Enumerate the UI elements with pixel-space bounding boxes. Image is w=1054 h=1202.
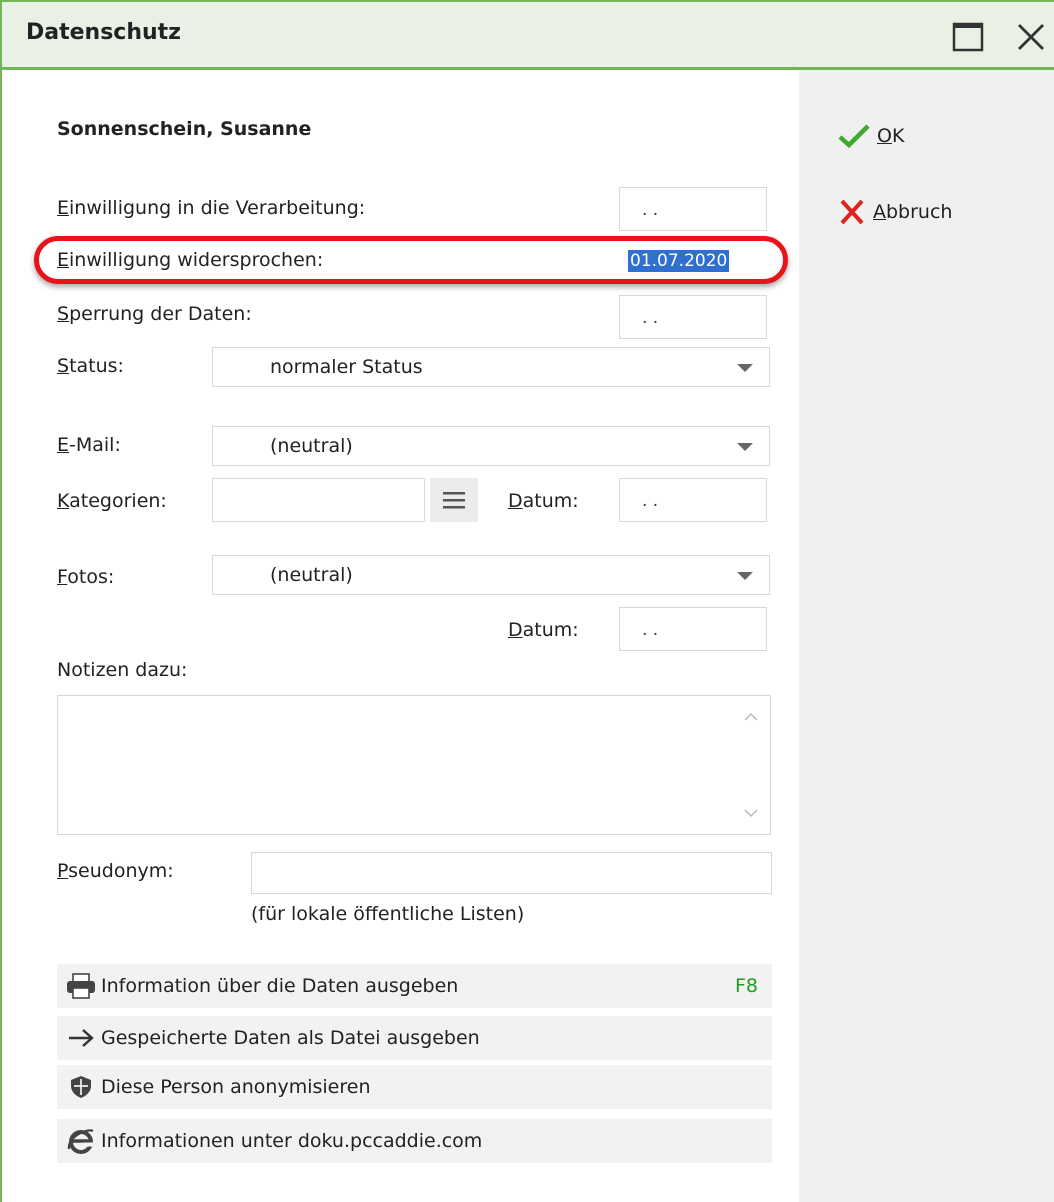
action-export-info[interactable]: Information über die Daten ausgeben F8 bbox=[57, 964, 772, 1008]
person-name: Sonnenschein, Susanne bbox=[57, 118, 312, 140]
pseudonym-hint: (für lokale öffentliche Listen) bbox=[251, 903, 525, 925]
dialog-window: Datenschutz OK Abbruch Sonnenschein, Sus… bbox=[0, 0, 1054, 1202]
abort-mnemonic: A bbox=[873, 201, 886, 223]
email-dropdown[interactable]: (neutral) bbox=[212, 426, 770, 466]
processing-consent-label: Einwilligung in die Verarbeitung: bbox=[57, 197, 366, 219]
objection-date-label: Einwilligung widersprochen: bbox=[57, 249, 324, 271]
menu-icon bbox=[443, 492, 465, 509]
notes-textarea[interactable] bbox=[57, 695, 771, 835]
chevron-down-icon bbox=[737, 443, 753, 451]
action-label: Information über die Daten ausgeben bbox=[101, 975, 459, 997]
notes-label: Notizen dazu: bbox=[57, 659, 188, 681]
shield-icon bbox=[61, 1065, 101, 1109]
internet-explorer-icon bbox=[61, 1119, 101, 1163]
chevron-down-icon bbox=[737, 364, 753, 372]
scroll-up-icon[interactable] bbox=[744, 710, 758, 724]
arrow-right-icon bbox=[61, 1016, 101, 1060]
abort-button[interactable]: Abbruch bbox=[837, 194, 952, 230]
side-panel: OK Abbruch bbox=[799, 70, 1054, 1202]
objection-date-field[interactable]: 01.07.2020 bbox=[628, 250, 730, 272]
data-blocking-label: Sperrung der Daten: bbox=[57, 303, 252, 325]
ok-label: K bbox=[891, 125, 905, 147]
shortcut-key: F8 bbox=[734, 975, 758, 997]
photos-dropdown[interactable]: (neutral) bbox=[212, 555, 770, 595]
scroll-down-icon[interactable] bbox=[744, 806, 758, 820]
ok-mnemonic: O bbox=[877, 125, 892, 147]
data-blocking-date-field[interactable]: . . bbox=[619, 295, 767, 339]
ok-button[interactable]: OK bbox=[837, 118, 904, 154]
pseudonym-field[interactable] bbox=[251, 852, 772, 894]
chevron-down-icon bbox=[737, 572, 753, 580]
photos-label: Fotos: bbox=[57, 566, 115, 588]
email-label: E-Mail: bbox=[57, 434, 121, 456]
maximize-icon[interactable] bbox=[952, 22, 984, 52]
abort-label: bbruch bbox=[886, 201, 953, 223]
action-label: Gespeicherte Daten als Datei ausgeben bbox=[101, 1027, 480, 1049]
action-label: Diese Person anonymisieren bbox=[101, 1076, 371, 1098]
categories-label: Kategorien: bbox=[57, 490, 167, 512]
checkmark-icon bbox=[838, 124, 870, 149]
categories-date-field[interactable]: . . bbox=[619, 478, 767, 522]
email-value: (neutral) bbox=[270, 435, 353, 457]
photos-date-label: Datum: bbox=[508, 619, 579, 641]
action-anonymize[interactable]: Diese Person anonymisieren bbox=[57, 1065, 772, 1109]
close-icon[interactable] bbox=[1014, 20, 1048, 54]
photos-date-field[interactable]: . . bbox=[619, 607, 767, 651]
cross-icon bbox=[840, 199, 864, 225]
categories-list-button[interactable] bbox=[430, 478, 478, 522]
status-dropdown[interactable]: normaler Status bbox=[212, 347, 770, 387]
photos-value: (neutral) bbox=[270, 564, 353, 586]
action-export-file[interactable]: Gespeicherte Daten als Datei ausgeben bbox=[57, 1016, 772, 1060]
categories-field[interactable] bbox=[212, 478, 425, 522]
categories-date-label: Datum: bbox=[508, 490, 579, 512]
pseudonym-label: Pseudonym: bbox=[57, 860, 174, 882]
action-label: Informationen unter doku.pccaddie.com bbox=[101, 1130, 483, 1152]
status-label: Status: bbox=[57, 355, 124, 377]
status-value: normaler Status bbox=[270, 356, 423, 378]
printer-icon bbox=[61, 964, 101, 1008]
action-open-docs[interactable]: Informationen unter doku.pccaddie.com bbox=[57, 1119, 772, 1163]
window-title: Datenschutz bbox=[26, 20, 181, 45]
processing-consent-date-field[interactable]: . . bbox=[619, 187, 767, 231]
title-bar: Datenschutz bbox=[2, 0, 1054, 70]
